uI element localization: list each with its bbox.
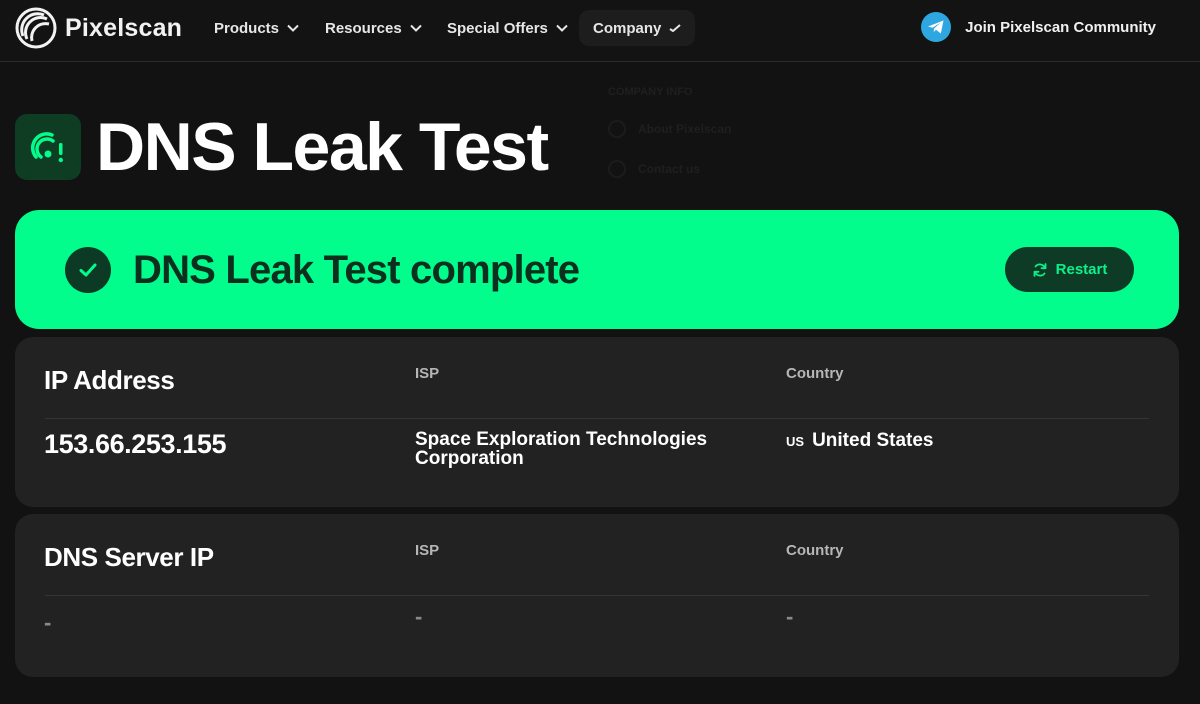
- dropdown-item-about-label: About Pixelscan: [638, 122, 732, 136]
- dropdown-item-contact[interactable]: Contact us: [608, 160, 731, 178]
- join-community-link[interactable]: Join Pixelscan Community: [921, 12, 1156, 42]
- join-community-label: Join Pixelscan Community: [965, 18, 1156, 36]
- dns-leak-icon: [15, 114, 81, 180]
- isp-column-header: ISP: [415, 542, 440, 559]
- ip-address-heading: IP Address: [44, 365, 175, 395]
- dropdown-section-label: COMPANY INFO: [608, 86, 693, 98]
- isp-column-header: ISP: [415, 365, 440, 382]
- chevron-down-icon: [410, 24, 422, 32]
- nav-products[interactable]: Products: [214, 0, 299, 56]
- page-title: DNS Leak Test: [96, 109, 549, 185]
- restart-button[interactable]: Restart: [1005, 247, 1134, 292]
- country-name: United States: [812, 430, 934, 451]
- telegram-icon: [921, 12, 952, 42]
- country-value: US United States: [786, 430, 933, 452]
- card-divider: [45, 595, 1149, 596]
- refresh-icon: [1033, 262, 1047, 277]
- isp-value: Space Exploration Technologies Corporati…: [415, 429, 708, 469]
- test-status-text: DNS Leak Test complete: [133, 248, 580, 292]
- nav-company-label: Company: [593, 19, 662, 37]
- dns-ip-value: -: [44, 610, 52, 635]
- nav-products-label: Products: [214, 19, 280, 37]
- nav-company[interactable]: Company: [579, 10, 696, 46]
- dns-country-value: -: [786, 604, 794, 629]
- mail-icon: [608, 160, 626, 178]
- top-navbar: Pixelscan Products Resources Special Off…: [0, 0, 1200, 62]
- ip-address-value: 153.66.253.155: [44, 429, 227, 459]
- brand-logo[interactable]: Pixelscan: [14, 6, 182, 50]
- dropdown-item-about[interactable]: About Pixelscan: [608, 120, 731, 138]
- chevron-down-icon: [287, 24, 299, 32]
- pixelscan-logo-icon: [15, 7, 57, 49]
- dns-server-card: DNS Server IP ISP Country - - -: [15, 514, 1179, 677]
- dns-isp-value: -: [415, 604, 423, 629]
- test-status-banner: DNS Leak Test complete Restart: [15, 210, 1179, 329]
- nav-special-offers[interactable]: Special Offers: [447, 0, 568, 56]
- dns-server-ip-heading: DNS Server IP: [44, 542, 214, 572]
- card-divider: [45, 418, 1149, 419]
- restart-label: Restart: [1055, 261, 1108, 278]
- country-column-header: Country: [786, 542, 844, 559]
- chevron-down-icon: [556, 24, 568, 32]
- nav-resources-label: Resources: [325, 19, 402, 37]
- ip-address-card: IP Address ISP Country 153.66.253.155 Sp…: [15, 337, 1179, 507]
- country-column-header: Country: [786, 365, 844, 382]
- nav-resources[interactable]: Resources: [325, 0, 422, 56]
- country-code: US: [786, 434, 805, 449]
- dropdown-item-contact-label: Contact us: [638, 162, 701, 176]
- chevron-up-icon: [669, 24, 681, 32]
- check-icon: [65, 247, 111, 293]
- company-dropdown-menu: COMPANY INFO About Pixelscan Contact us: [608, 86, 731, 178]
- info-icon: [608, 120, 626, 138]
- nav-special-offers-label: Special Offers: [447, 19, 548, 37]
- brand-name: Pixelscan: [65, 13, 183, 42]
